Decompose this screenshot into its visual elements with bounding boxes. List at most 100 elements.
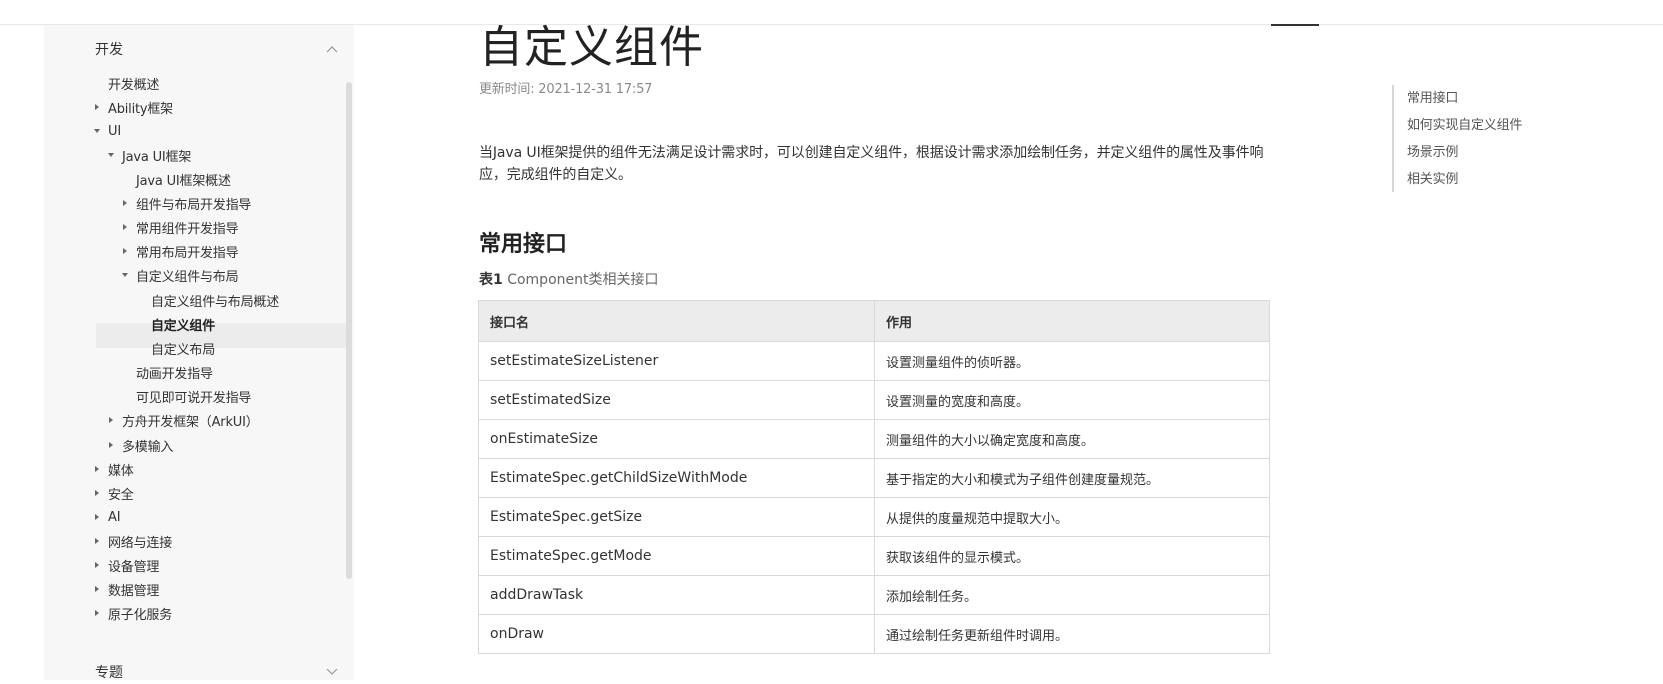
table-row: setEstimateSizeListener 设置测量组件的侦听器。	[478, 341, 1270, 381]
table-cell-desc: 通过绘制任务更新组件时调用。	[874, 614, 1270, 654]
sidebar-item-voice-guide[interactable]: 可见即可说开发指导	[122, 384, 251, 408]
table-cell-api: onDraw	[478, 614, 875, 654]
sidebar-item-label: Java UI框架	[122, 149, 192, 165]
section-title: 常用接口	[479, 232, 568, 257]
table-row: EstimateSpec.getChildSizeWithMode 基于指定的大…	[478, 458, 1270, 498]
sidebar-item-animation-guide[interactable]: 动画开发指导	[122, 360, 213, 384]
caret-right-icon	[94, 529, 108, 553]
table-cell-desc: 从提供的度量规范中提取大小。	[874, 497, 1270, 537]
sidebar-item-label: 多模输入	[122, 439, 174, 455]
caret-right-icon	[94, 95, 108, 119]
sidebar-item-custom-layout[interactable]: 自定义布局	[137, 336, 215, 360]
sidebar-item-security[interactable]: 安全	[94, 481, 134, 505]
updated-time: 更新时间: 2021-12-31 17:57	[479, 82, 653, 97]
toc-item-related-examples[interactable]: 相关实例	[1394, 166, 1522, 193]
toc-item-scenario-example[interactable]: 场景示例	[1394, 139, 1522, 166]
sidebar-item-network[interactable]: 网络与连接	[94, 529, 172, 553]
table-caption: 表1 Component类相关接口	[479, 269, 658, 289]
table-cell-desc: 测量组件的大小以确定宽度和高度。	[874, 419, 1270, 459]
table-row: EstimateSpec.getSize 从提供的度量规范中提取大小。	[478, 497, 1270, 537]
toc-item-common-interfaces[interactable]: 常用接口	[1394, 85, 1522, 112]
sidebar-item-label: 方舟开发框架（ArkUI）	[122, 414, 259, 430]
caret-down-icon	[122, 263, 136, 287]
sidebar-item-label: Ability框架	[108, 101, 173, 117]
table-cell-api: addDrawTask	[478, 575, 875, 615]
sidebar-item-custom-component-layout[interactable]: 自定义组件与布局	[122, 263, 239, 287]
sidebar-item-device-management[interactable]: 设备管理	[94, 553, 159, 577]
sidebar-item-label: 数据管理	[108, 583, 160, 599]
table-cell-api: EstimateSpec.getMode	[478, 536, 875, 576]
sidebar-item-label: Java UI框架概述	[136, 173, 231, 189]
sidebar-item-atomic-service[interactable]: 原子化服务	[94, 601, 172, 625]
sidebar-item-label: 自定义组件与布局概述	[151, 294, 280, 310]
table-cell-desc: 设置测量的宽度和高度。	[874, 380, 1270, 420]
page-title: 自定义组件	[479, 22, 704, 73]
sidebar-item-common-components[interactable]: 常用组件开发指导	[122, 215, 239, 239]
sidebar-item-media[interactable]: 媒体	[94, 457, 134, 481]
caret-down-icon	[108, 143, 122, 167]
sidebar-item-label: 常用布局开发指导	[136, 245, 239, 261]
table-cell-api: setEstimatedSize	[478, 380, 875, 420]
sidebar-item-java-ui[interactable]: Java UI框架	[108, 143, 191, 167]
sidebar-item-custom-overview[interactable]: 自定义组件与布局概述	[137, 288, 279, 312]
sidebar-item-label: 开发概述	[108, 77, 160, 93]
table-cell-api: EstimateSpec.getSize	[478, 497, 875, 537]
caret-right-icon	[94, 601, 108, 625]
sidebar-item-data-management[interactable]: 数据管理	[94, 577, 159, 601]
sidebar-item-label: 动画开发指导	[136, 366, 213, 382]
sidebar-item-label: AI	[108, 509, 121, 525]
table-row: onEstimateSize 测量组件的大小以确定宽度和高度。	[478, 419, 1270, 459]
sidebar-item-label: UI	[108, 123, 121, 139]
caret-right-icon	[94, 457, 108, 481]
table-header-cell: 作用	[874, 300, 1270, 342]
caret-right-icon	[108, 408, 122, 432]
sidebar-item-common-layouts[interactable]: 常用布局开发指导	[122, 239, 239, 263]
sidebar-item-arkui[interactable]: 方舟开发框架（ArkUI）	[108, 408, 259, 432]
sidebar-item-custom-component[interactable]: 自定义组件	[137, 312, 215, 336]
toc-item-how-to-implement[interactable]: 如何实现自定义组件	[1394, 112, 1522, 139]
table-caption-text: Component类相关接口	[507, 272, 659, 288]
sidebar-item-label: 自定义组件与布局	[136, 269, 239, 285]
sidebar-item-label: 可见即可说开发指导	[136, 390, 252, 406]
sidebar-item-component-layout-guide[interactable]: 组件与布局开发指导	[122, 191, 251, 215]
caret-right-icon	[94, 577, 108, 601]
table-header-row: 接口名 作用	[478, 300, 1270, 342]
sidebar-item-ui[interactable]: UI	[94, 119, 121, 143]
table-row: EstimateSpec.getMode 获取该组件的显示模式。	[478, 536, 1270, 576]
top-tab-indicator	[1271, 24, 1319, 26]
table-caption-number: 表1	[479, 272, 503, 288]
sidebar-section-dev[interactable]: 开发	[95, 37, 340, 61]
sidebar-item-java-ui-overview[interactable]: Java UI框架概述	[122, 167, 231, 191]
table-cell-desc: 获取该组件的显示模式。	[874, 536, 1270, 576]
table-cell-api: onEstimateSize	[478, 419, 875, 459]
sidebar-section-label: 专题	[95, 665, 123, 681]
sidebar-item-label: 安全	[108, 487, 134, 503]
table-row: onDraw 通过绘制任务更新组件时调用。	[478, 614, 1270, 654]
sidebar-item-multimodal-input[interactable]: 多模输入	[108, 433, 173, 457]
sidebar-item-label: 设备管理	[108, 559, 160, 575]
table-cell-desc: 设置测量组件的侦听器。	[874, 341, 1270, 381]
table-cell-desc: 添加绘制任务。	[874, 575, 1270, 615]
sidebar-item-label: 自定义组件	[151, 318, 216, 334]
sidebar-item-label: 媒体	[108, 463, 134, 479]
intro-paragraph: 当Java UI框架提供的组件无法满足设计需求时，可以创建自定义组件，根据设计需…	[479, 145, 1264, 183]
sidebar-item-label: 常用组件开发指导	[136, 221, 239, 237]
api-table: 接口名 作用 setEstimateSizeListener 设置测量组件的侦听…	[478, 300, 1270, 654]
sidebar-item-ability[interactable]: Ability框架	[94, 95, 173, 119]
table-row: addDrawTask 添加绘制任务。	[478, 575, 1270, 615]
table-cell-api: setEstimateSizeListener	[478, 341, 875, 381]
caret-right-icon	[122, 215, 136, 239]
chevron-down-icon	[324, 664, 340, 680]
table-of-contents: 常用接口 如何实现自定义组件 场景示例 相关实例	[1392, 85, 1522, 192]
table-cell-api: EstimateSpec.getChildSizeWithMode	[478, 458, 875, 498]
caret-right-icon	[94, 481, 108, 505]
sidebar-section-topics[interactable]: 专题	[95, 660, 340, 684]
sidebar-scrollbar[interactable]	[346, 82, 352, 579]
sidebar-item-dev-overview[interactable]: 开发概述	[94, 71, 159, 95]
sidebar-item-label: 原子化服务	[108, 607, 173, 623]
caret-down-icon	[94, 119, 108, 143]
caret-right-icon	[94, 553, 108, 577]
caret-right-icon	[122, 239, 136, 263]
caret-right-icon	[108, 433, 122, 457]
sidebar-item-ai[interactable]: AI	[94, 505, 121, 529]
